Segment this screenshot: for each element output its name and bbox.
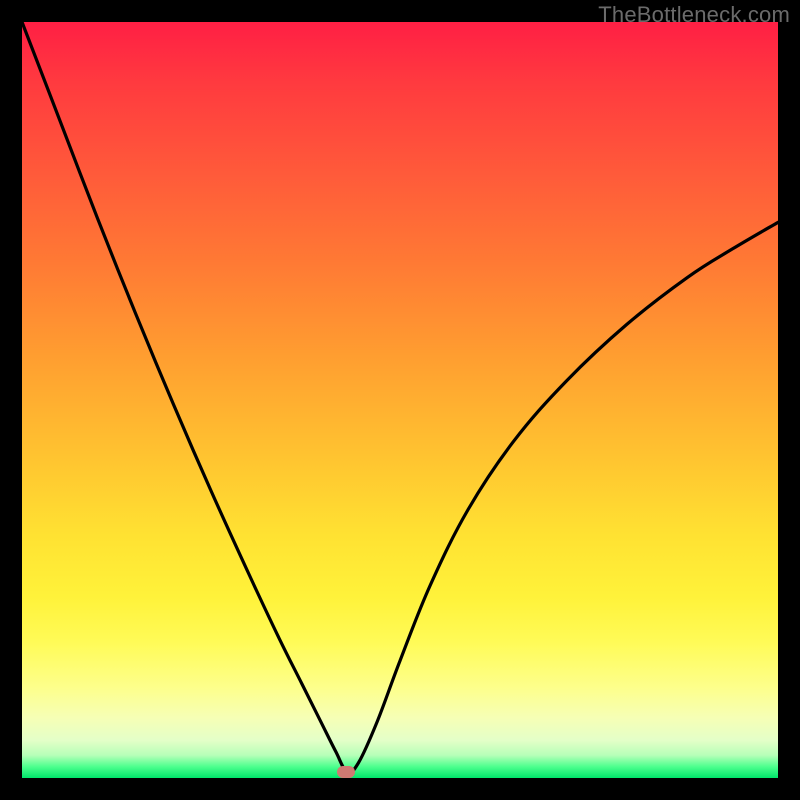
watermark-text: TheBottleneck.com: [598, 2, 790, 28]
minimum-marker: [337, 766, 355, 778]
bottleneck-curve: [22, 22, 778, 778]
curve-path: [22, 22, 778, 773]
plot-area: [22, 22, 778, 778]
chart-frame: TheBottleneck.com: [0, 0, 800, 800]
